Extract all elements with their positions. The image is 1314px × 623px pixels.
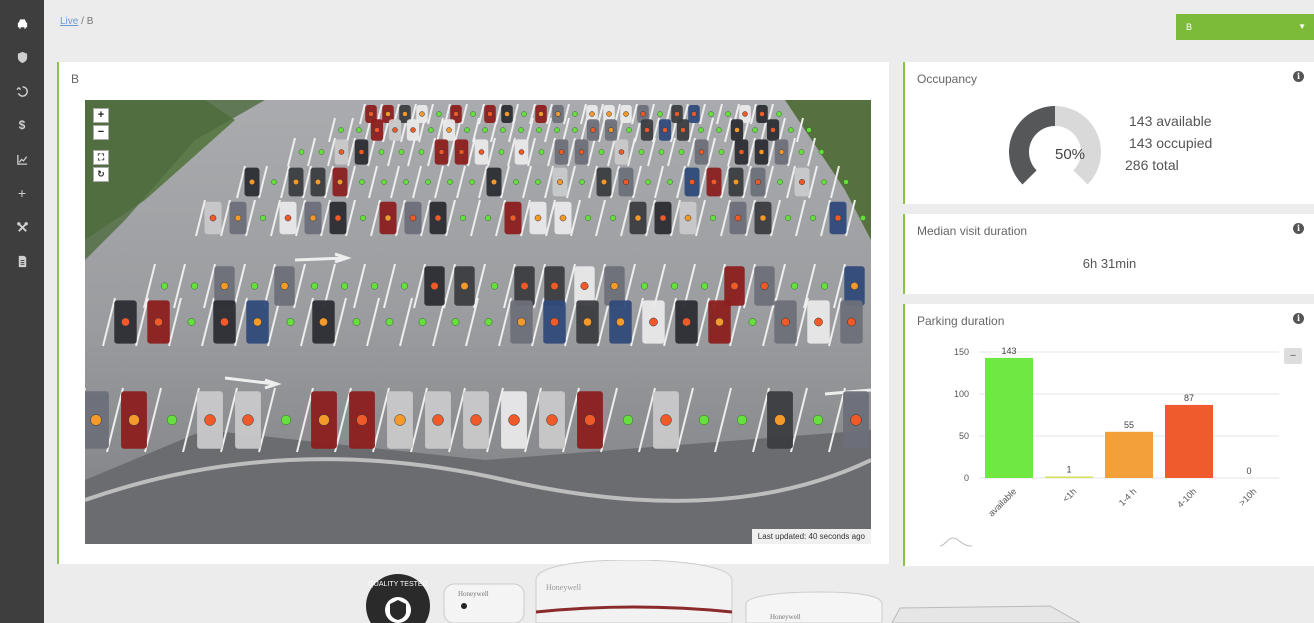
breadcrumb: Live / B	[60, 16, 93, 27]
median-duration-panel: Median visit duration i 6h 31min	[903, 214, 1314, 294]
x-tick-label: <1h	[1061, 486, 1079, 504]
bar-1	[1045, 476, 1093, 478]
camera-title: B	[71, 72, 80, 86]
dollar-icon: $	[18, 118, 26, 132]
sidebar-item-parking[interactable]	[0, 6, 44, 40]
map-controls: + − ⛶ ↻	[93, 108, 109, 184]
median-title: Median visit duration	[917, 224, 1028, 238]
bar-0	[985, 357, 1033, 478]
breadcrumb-current: B	[86, 16, 94, 27]
car-icon	[17, 18, 27, 29]
y-tick-label: 150	[954, 347, 969, 357]
x-tick-label: >10h	[1237, 486, 1258, 507]
sidebar-item-billing[interactable]: $	[0, 108, 44, 142]
reset-view-icon[interactable]: ↻	[93, 167, 109, 182]
zoom-in-button[interactable]: +	[93, 108, 109, 123]
parking-duration-chart: 0 50 100 150 143 available 1 <1h 55 1-4 h 87 4-10h 0…	[954, 346, 1279, 519]
sidebar-item-tools[interactable]	[0, 210, 44, 244]
occupancy-stats: 143 available 143 occupied 286 total	[1125, 110, 1213, 176]
parking-duration-panel: Parking duration i – 0 50 100 150 143 availab…	[903, 304, 1314, 566]
occupancy-percent: 50%	[1055, 146, 1086, 163]
gauge-occupied-arc	[1009, 106, 1055, 185]
y-tick-label: 0	[964, 473, 969, 483]
last-updated: Last updated: 40 seconds ago	[751, 529, 871, 544]
camera-products-banner: QUALITY TESTED Honeywell Honeywell Honey…	[366, 560, 1080, 623]
data-label: 87	[1184, 393, 1194, 403]
data-label: 55	[1124, 420, 1134, 430]
sparkline-icon	[939, 537, 973, 547]
occupancy-panel: Occupancy i 50% 143 available 143 occupi…	[903, 62, 1314, 204]
sidebar-item-history[interactable]	[0, 74, 44, 108]
data-label: 0	[1246, 466, 1251, 476]
occupancy-title: Occupancy	[917, 72, 978, 86]
chart-icon	[16, 154, 27, 165]
occupied-count: 143 occupied	[1129, 135, 1213, 151]
camera-panel: B + − ⛶ ↻ Last updated: 40 seconds ago	[57, 62, 889, 564]
x-tick-label: 4-10h	[1175, 486, 1198, 509]
zone-select-value: B	[1186, 22, 1193, 32]
bar-2	[1105, 431, 1153, 478]
total-count: 286 total	[1125, 157, 1179, 173]
data-label: 1	[1066, 465, 1071, 475]
quality-badge-text: QUALITY TESTED	[368, 581, 427, 588]
camera-feed[interactable]: + − ⛶ ↻ Last updated: 40 seconds ago	[85, 100, 871, 544]
sidebar: $ +	[0, 0, 44, 623]
caret-down-icon: ▼	[1298, 22, 1306, 31]
info-icon[interactable]: i	[1293, 71, 1304, 82]
fullscreen-icon[interactable]: ⛶	[93, 150, 109, 165]
available-count: 143 available	[1129, 113, 1212, 129]
zone-select[interactable]: B ▼	[1176, 14, 1314, 40]
plus-icon: +	[17, 185, 27, 201]
tools-icon	[16, 221, 28, 232]
x-tick-label: 1-4 h	[1117, 486, 1139, 508]
document-icon	[18, 255, 26, 267]
breadcrumb-link-live[interactable]: Live	[60, 16, 78, 27]
zoom-out-button[interactable]: −	[93, 125, 109, 140]
median-value: 6h 31min	[1082, 256, 1137, 271]
sidebar-item-security[interactable]	[0, 40, 44, 74]
svg-text:Honeywell: Honeywell	[770, 613, 801, 621]
y-tick-label: 100	[954, 389, 969, 399]
data-label: 143	[1001, 346, 1016, 356]
breadcrumb-separator: /	[78, 16, 87, 27]
sidebar-item-reports[interactable]	[0, 244, 44, 278]
svg-text:Honeywell: Honeywell	[458, 590, 489, 598]
y-tick-label: 50	[959, 431, 969, 441]
x-tick-label: available	[986, 486, 1018, 518]
history-icon	[15, 85, 28, 97]
info-icon[interactable]: i	[1293, 223, 1304, 234]
bar-3	[1165, 404, 1213, 478]
sidebar-item-analytics[interactable]	[0, 142, 44, 176]
shield-icon	[17, 51, 27, 63]
sidebar-item-add[interactable]: +	[0, 176, 44, 210]
parking-lot-image	[85, 100, 871, 544]
svg-text:Honeywell: Honeywell	[546, 583, 582, 592]
